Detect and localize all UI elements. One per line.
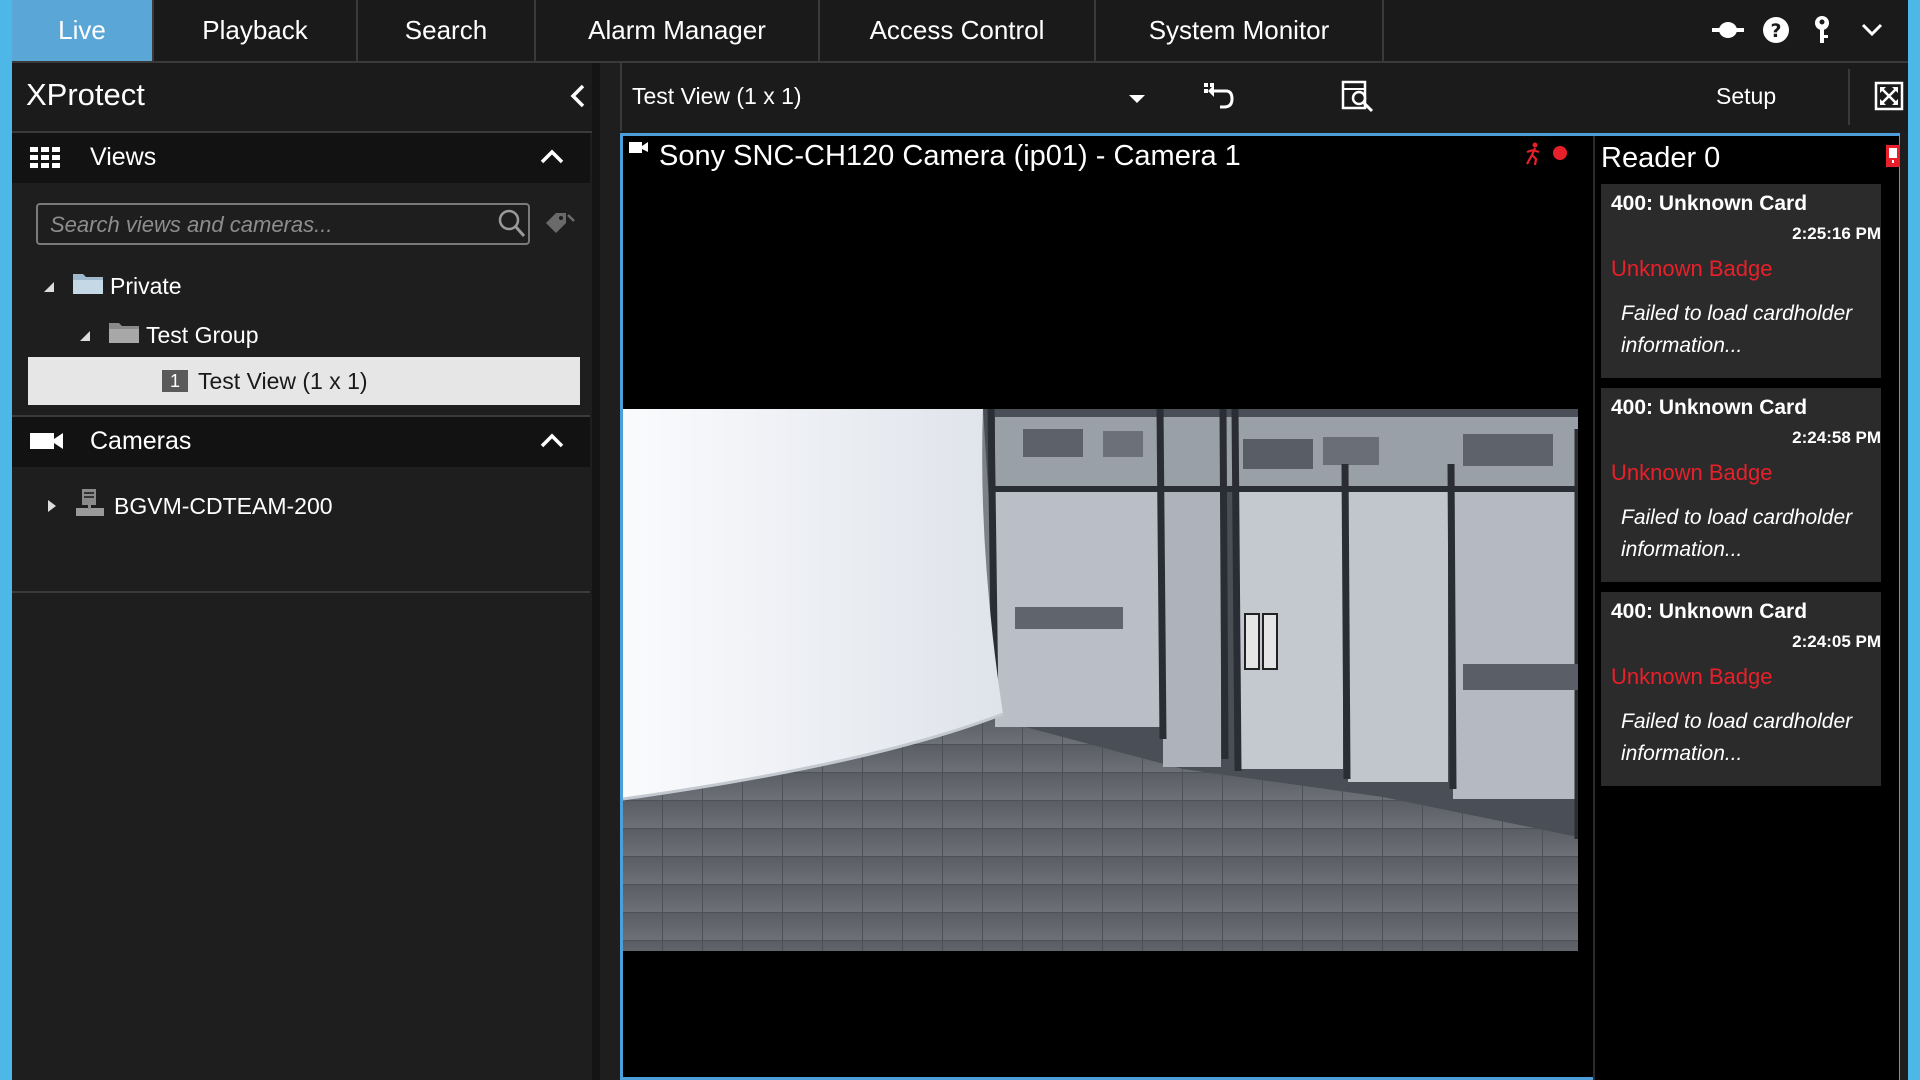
app-title: XProtect [26, 77, 145, 112]
fullscreen-icon[interactable] [1874, 81, 1904, 116]
event-badge: Unknown Badge [1611, 664, 1773, 689]
event-header: 400: Unknown Card [1611, 600, 1808, 623]
tree-item-private[interactable]: Private [42, 266, 182, 306]
views-section-header[interactable]: Views [12, 133, 590, 183]
cameras-section-title: Cameras [90, 427, 192, 455]
event-message: Failed to load cardholder information... [1621, 506, 1853, 561]
event-time: 2:24:05 PM [1792, 632, 1881, 651]
tree-item-label: Test Group [146, 321, 259, 348]
view-number-badge: 1 [162, 370, 188, 392]
event-badge: Unknown Badge [1611, 256, 1773, 281]
app-header: XProtect [12, 63, 592, 133]
tree-item-label: Private [110, 272, 182, 299]
search-icon[interactable] [498, 209, 526, 244]
event-message: Failed to load cardholder information... [1621, 710, 1853, 765]
tree-item-server[interactable]: BGVM-CDTEAM-200 [46, 486, 333, 526]
grid-icon [30, 147, 60, 174]
search-view-icon[interactable] [1340, 79, 1376, 118]
camera-small-icon [629, 140, 649, 159]
tab-system-monitor[interactable]: System Monitor [1096, 0, 1384, 61]
tab-live[interactable]: Live [12, 0, 154, 61]
server-icon [74, 488, 114, 524]
key-icon[interactable] [1806, 14, 1838, 46]
event-time: 2:25:16 PM [1792, 224, 1881, 243]
help-icon[interactable]: ? [1760, 14, 1792, 46]
collapse-pane-icon[interactable] [570, 83, 586, 114]
folder-icon [108, 320, 146, 350]
reader-title: Reader 0 [1601, 142, 1721, 174]
expand-right-triangle-icon[interactable] [46, 493, 74, 520]
expand-triangle-icon[interactable] [42, 273, 72, 300]
tree-item-label: Test View (1 x 1) [198, 367, 368, 394]
view-toolbar: Test View (1 x 1) Setup [620, 63, 1908, 131]
svg-text:?: ? [1770, 20, 1781, 42]
event-badge: Unknown Badge [1611, 460, 1773, 485]
tag-icon[interactable] [542, 209, 576, 244]
tree-item-test-view[interactable]: 1 Test View (1 x 1) [28, 357, 580, 405]
chevron-down-icon[interactable] [1856, 14, 1888, 46]
access-event-card[interactable]: 400: Unknown Card 2:24:05 PM Unknown Bad… [1601, 592, 1881, 786]
setup-button[interactable]: Setup [1716, 83, 1776, 110]
reader-panel: Reader 0 400: Unknown Card 2:25:16 PM Un… [1593, 136, 1901, 1080]
tab-alarm-manager[interactable]: Alarm Manager [536, 0, 820, 61]
tab-access-control[interactable]: Access Control [820, 0, 1096, 61]
cameras-section-header[interactable]: Cameras [12, 417, 590, 467]
chevron-up-icon[interactable] [540, 433, 564, 454]
tab-search[interactable]: Search [358, 0, 536, 61]
tree-item-label: BGVM-CDTEAM-200 [114, 492, 333, 519]
event-message: Failed to load cardholder information... [1621, 302, 1853, 357]
folder-icon [72, 271, 110, 301]
access-event-card[interactable]: 400: Unknown Card 2:25:16 PM Unknown Bad… [1601, 184, 1881, 378]
undo-view-icon[interactable] [1200, 79, 1234, 118]
camera-icon [30, 431, 64, 456]
toolbar-divider [1848, 69, 1850, 125]
chevron-up-icon[interactable] [540, 149, 564, 170]
dropdown-arrow-icon[interactable] [1128, 91, 1146, 109]
section-divider [12, 591, 590, 593]
event-time: 2:24:58 PM [1792, 428, 1881, 447]
door-alarm-icon [1885, 144, 1901, 173]
expand-triangle-icon[interactable] [78, 322, 108, 349]
search-box [36, 203, 530, 245]
connection-icon[interactable] [1712, 14, 1744, 46]
view-pane[interactable]: Sony SNC-CH120 Camera (ip01) - Camera 1 [620, 133, 1900, 1080]
main-tab-bar: Live Playback Search Alarm Manager Acces… [12, 0, 1908, 63]
access-event-card[interactable]: 400: Unknown Card 2:24:58 PM Unknown Bad… [1601, 388, 1881, 582]
search-input[interactable] [48, 209, 482, 241]
toolbar-divider [620, 63, 622, 131]
event-header: 400: Unknown Card [1611, 396, 1808, 419]
event-header: 400: Unknown Card [1611, 192, 1808, 215]
recording-indicator-icon [1553, 146, 1567, 160]
camera-video-feed[interactable] [623, 409, 1578, 951]
left-pane: XProtect Views Search views and cameras.… [12, 63, 600, 1080]
camera-title: Sony SNC-CH120 Camera (ip01) - Camera 1 [659, 140, 1241, 172]
tree-item-test-group[interactable]: Test Group [78, 315, 259, 355]
views-section-title: Views [90, 143, 157, 171]
motion-icon [1523, 142, 1543, 171]
view-selector-label[interactable]: Test View (1 x 1) [632, 83, 802, 110]
xprotect-window: Live Playback Search Alarm Manager Acces… [12, 0, 1908, 1080]
tab-playback[interactable]: Playback [154, 0, 358, 61]
